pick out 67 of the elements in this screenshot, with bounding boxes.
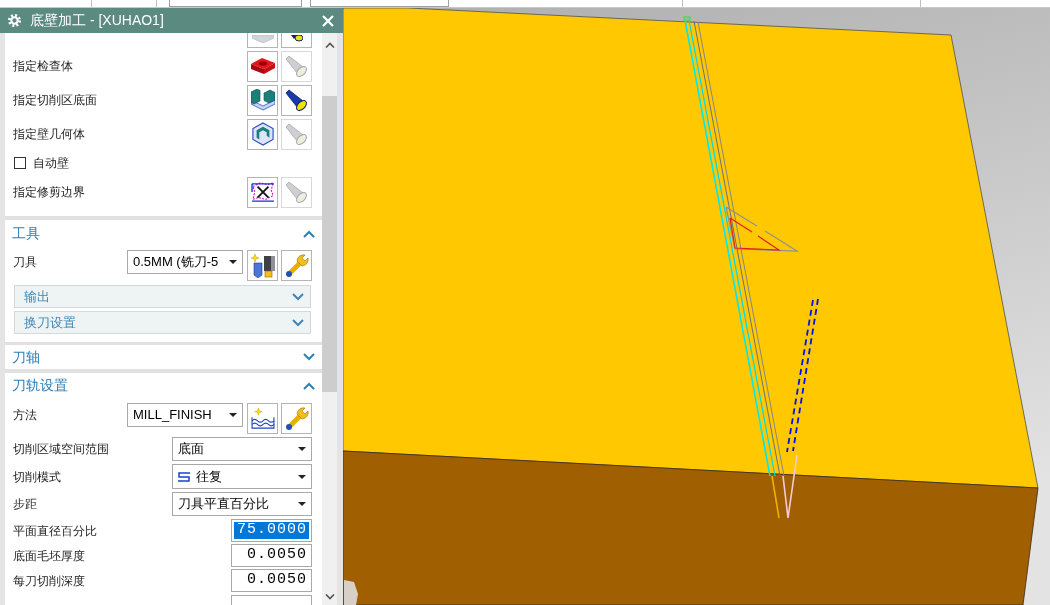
close-icon (322, 14, 334, 27)
wrench-icon (284, 253, 309, 278)
field-label: 切削模式 (13, 468, 61, 486)
checkbox-label: 自动壁 (33, 155, 69, 172)
field-label: 底面毛坯厚度 (13, 547, 85, 565)
checkbox[interactable] (14, 157, 26, 169)
block-icon (251, 35, 274, 43)
icon-button[interactable] (247, 176, 278, 208)
icon-button[interactable] (247, 403, 278, 434)
dropdown-arrow-icon (298, 474, 306, 479)
dropdown-arrow-icon (229, 260, 237, 264)
field-label: 切削区域空间范围 (13, 441, 109, 458)
section-header[interactable]: 刀轴 (5, 345, 322, 369)
section-header[interactable]: 刀轨设置 (5, 373, 322, 398)
close-button[interactable] (321, 13, 335, 28)
dropdown[interactable]: 刀具平直百分比 (172, 492, 312, 516)
flashlight-icon (285, 180, 308, 204)
boundary-icon (250, 181, 275, 203)
display-button[interactable] (281, 84, 312, 116)
v-line-drawing (771, 454, 798, 519)
icon-button[interactable] (281, 403, 312, 434)
slotted-block-icon (250, 89, 275, 111)
wave-sparkle-icon (250, 408, 275, 429)
field-label: 步距 (13, 496, 37, 513)
scrollbar-thumb[interactable] (322, 96, 337, 392)
flashlight-icon (285, 122, 308, 146)
flashlight-icon (285, 88, 308, 112)
settings-icon (8, 14, 21, 27)
field-label: 方法 (13, 407, 37, 424)
section-header[interactable]: 工具 (5, 220, 322, 247)
icon-button[interactable] (281, 250, 312, 281)
field-label: 指定检查体 (13, 58, 73, 75)
field-label: 每刀切削深度 (13, 572, 85, 590)
field-label: 指定修剪边界 (13, 184, 85, 201)
icon-button[interactable] (247, 84, 278, 116)
display-button[interactable] (281, 33, 312, 48)
scrollbar[interactable] (322, 33, 337, 605)
field-label: 指定壁几何体 (13, 126, 85, 143)
dropdown[interactable]: 底面 (172, 437, 312, 461)
dropdown-arrow-icon (298, 502, 306, 506)
flashlight-icon (290, 35, 303, 42)
dropdown[interactable]: 往复 (172, 464, 312, 489)
flashlight-icon (285, 54, 308, 78)
field-label: 平面直径百分比 (13, 522, 97, 540)
tool-sparkle-icon (250, 253, 275, 278)
subsection-header[interactable]: 换刀设置 (14, 311, 311, 334)
zigzag-icon (178, 471, 190, 482)
number-field[interactable] (231, 595, 312, 605)
wrench-icon (284, 406, 309, 431)
dialog-title: 底壁加工 - [XUHAO1] (30, 11, 164, 30)
field-label: 刀具 (13, 254, 37, 271)
dropdown[interactable]: 0.5MM (铣刀-5 (127, 250, 243, 274)
icon-button[interactable] (247, 250, 278, 281)
dropdown[interactable]: MILL_FINISH (127, 403, 243, 427)
block-icon (250, 58, 275, 74)
subsection-header[interactable]: 输出 (14, 285, 311, 308)
number-field[interactable]: 0.0050 (231, 544, 312, 567)
number-field[interactable]: 0.0050 (231, 569, 312, 592)
chevron-up-icon (324, 42, 335, 48)
icon-button[interactable] (247, 118, 278, 150)
dropdown-arrow-icon (298, 447, 306, 451)
hexagon-pocket-icon (251, 122, 274, 146)
icon-button[interactable] (247, 50, 278, 82)
chevron-down-icon (324, 594, 335, 600)
number-field[interactable]: 75.0000 (231, 519, 312, 542)
field-label: 指定切削区底面 (13, 92, 97, 109)
dropdown-arrow-icon (229, 413, 237, 417)
